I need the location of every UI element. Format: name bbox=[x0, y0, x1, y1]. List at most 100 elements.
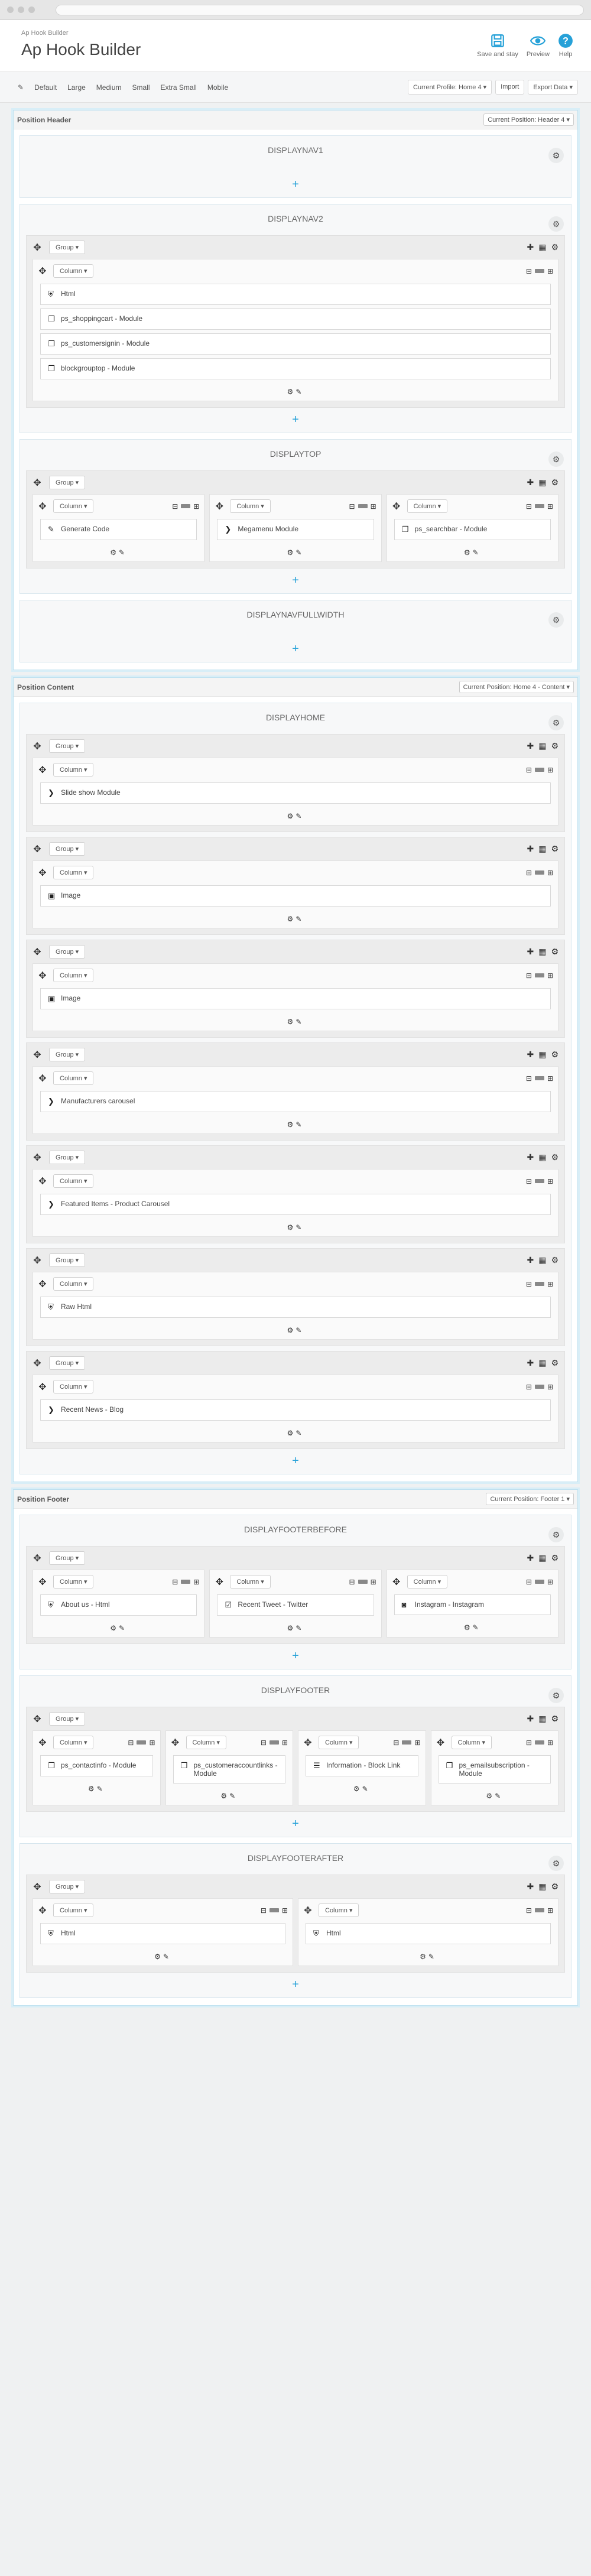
pencil-icon[interactable]: ✎ bbox=[119, 548, 127, 557]
grid-icon[interactable]: ▦ bbox=[538, 1882, 546, 1892]
current-position-select[interactable]: Current Position: Home 4 - Content ▾ bbox=[459, 681, 574, 693]
width-bar-icon[interactable] bbox=[534, 1740, 544, 1745]
move-icon[interactable]: ✥ bbox=[38, 1576, 47, 1588]
widget-item[interactable]: ❯ Slide show Module bbox=[40, 782, 551, 804]
device-large[interactable]: Large bbox=[63, 80, 90, 95]
column-dropdown[interactable]: Column ▾ bbox=[319, 1903, 359, 1917]
pencil-icon[interactable]: ✎ bbox=[97, 1785, 105, 1793]
move-icon[interactable]: ✥ bbox=[392, 1576, 401, 1588]
move-icon[interactable]: ✥ bbox=[38, 1905, 47, 1916]
gear-icon[interactable]: ⚙ bbox=[287, 1429, 296, 1437]
move-icon[interactable]: ✥ bbox=[38, 970, 47, 982]
move-icon[interactable]: ✥ bbox=[303, 1737, 313, 1749]
group-dropdown[interactable]: Group ▾ bbox=[49, 1253, 86, 1267]
width-bar-icon[interactable] bbox=[534, 870, 544, 875]
move-icon[interactable]: ✥ bbox=[38, 764, 47, 776]
move-icon[interactable]: ✥ bbox=[33, 843, 42, 855]
device-medium[interactable]: Medium bbox=[92, 80, 126, 95]
group-settings-icon[interactable]: ⚙ bbox=[551, 844, 558, 854]
grid-icon[interactable]: ▦ bbox=[538, 1050, 546, 1060]
gear-icon[interactable]: ⚙ bbox=[220, 1792, 229, 1800]
group-settings-icon[interactable]: ⚙ bbox=[551, 1152, 558, 1162]
width-bar-icon[interactable] bbox=[534, 768, 544, 772]
widget-item[interactable]: ❐ ps_shoppingcart - Module bbox=[40, 308, 551, 330]
gear-icon[interactable]: ⚙ bbox=[110, 1624, 119, 1632]
pencil-icon[interactable]: ✎ bbox=[296, 1018, 304, 1026]
minus-icon[interactable]: ⊟ bbox=[526, 1177, 532, 1185]
add-column-icon[interactable]: ✚ bbox=[527, 947, 534, 957]
add-column-icon[interactable]: ✚ bbox=[527, 477, 534, 488]
current-profile-dropdown[interactable]: Current Profile: Home 4 ▾ bbox=[408, 80, 492, 95]
width-bar-icon[interactable] bbox=[534, 1076, 544, 1080]
widget-item[interactable]: ⛨ Html bbox=[40, 1923, 285, 1944]
width-bar-icon[interactable] bbox=[534, 269, 544, 273]
gear-icon[interactable]: ⚙ bbox=[548, 1688, 564, 1703]
column-dropdown[interactable]: Column ▾ bbox=[53, 264, 94, 278]
group-dropdown[interactable]: Group ▾ bbox=[49, 945, 86, 959]
width-bar-icon[interactable] bbox=[534, 1580, 544, 1584]
gear-icon[interactable]: ⚙ bbox=[486, 1792, 495, 1800]
move-icon[interactable]: ✥ bbox=[33, 1152, 42, 1164]
gear-icon[interactable]: ⚙ bbox=[287, 1120, 296, 1129]
gear-icon[interactable]: ⚙ bbox=[548, 715, 564, 730]
pencil-icon[interactable]: ✎ bbox=[473, 1623, 481, 1632]
help-button[interactable]: ? Help bbox=[558, 33, 573, 58]
group-dropdown[interactable]: Group ▾ bbox=[49, 1551, 86, 1565]
export-data-dropdown[interactable]: Export Data ▾ bbox=[528, 80, 578, 95]
move-icon[interactable]: ✥ bbox=[33, 477, 42, 489]
column-dropdown[interactable]: Column ▾ bbox=[53, 1174, 94, 1188]
minus-icon[interactable]: ⊟ bbox=[261, 1906, 267, 1915]
move-icon[interactable]: ✥ bbox=[33, 740, 42, 752]
plus-icon[interactable]: ⊞ bbox=[193, 502, 199, 511]
group-settings-icon[interactable]: ⚙ bbox=[551, 1714, 558, 1724]
minus-icon[interactable]: ⊟ bbox=[526, 1280, 532, 1288]
minus-icon[interactable]: ⊟ bbox=[172, 1578, 178, 1586]
grid-icon[interactable]: ▦ bbox=[538, 477, 546, 488]
plus-icon[interactable]: ⊞ bbox=[371, 502, 376, 511]
width-bar-icon[interactable] bbox=[358, 1580, 368, 1584]
gear-icon[interactable]: ⚙ bbox=[287, 915, 296, 923]
pencil-icon[interactable]: ✎ bbox=[229, 1792, 238, 1800]
widget-item[interactable]: ☰ Information - Block Link bbox=[306, 1755, 418, 1776]
plus-icon[interactable]: ⊞ bbox=[547, 1739, 553, 1747]
group-dropdown[interactable]: Group ▾ bbox=[49, 1880, 86, 1893]
add-column-icon[interactable]: ✚ bbox=[527, 242, 534, 252]
add-column-icon[interactable]: ✚ bbox=[527, 1553, 534, 1563]
width-bar-icon[interactable] bbox=[269, 1908, 279, 1912]
column-dropdown[interactable]: Column ▾ bbox=[53, 763, 94, 777]
minus-icon[interactable]: ⊟ bbox=[526, 972, 532, 980]
add-column-icon[interactable]: ✚ bbox=[527, 1152, 534, 1162]
group-dropdown[interactable]: Group ▾ bbox=[49, 1151, 86, 1164]
pencil-icon[interactable]: ✎ bbox=[296, 1624, 304, 1632]
add-column-icon[interactable]: ✚ bbox=[527, 1050, 534, 1060]
add-group-icon[interactable]: + bbox=[26, 1449, 565, 1467]
minus-icon[interactable]: ⊟ bbox=[526, 1906, 532, 1915]
width-bar-icon[interactable] bbox=[534, 1385, 544, 1389]
column-dropdown[interactable]: Column ▾ bbox=[319, 1736, 359, 1749]
column-dropdown[interactable]: Column ▾ bbox=[53, 1736, 94, 1749]
gear-icon[interactable]: ⚙ bbox=[287, 1223, 296, 1232]
widget-item[interactable]: ⛨ Raw Html bbox=[40, 1297, 551, 1318]
gear-icon[interactable]: ⚙ bbox=[287, 548, 296, 557]
column-dropdown[interactable]: Column ▾ bbox=[407, 499, 448, 513]
minus-icon[interactable]: ⊟ bbox=[128, 1739, 134, 1747]
plus-icon[interactable]: ⊞ bbox=[547, 1280, 553, 1288]
widget-item[interactable]: ❯ Featured Items - Product Carousel bbox=[40, 1194, 551, 1215]
save-and-stay-button[interactable]: Save and stay bbox=[477, 33, 518, 58]
grid-icon[interactable]: ▦ bbox=[538, 741, 546, 751]
move-icon[interactable]: ✥ bbox=[33, 1049, 42, 1061]
plus-icon[interactable]: ⊞ bbox=[547, 1383, 553, 1391]
plus-icon[interactable]: ⊞ bbox=[282, 1739, 288, 1747]
pencil-icon[interactable]: ✎ bbox=[296, 1120, 304, 1129]
widget-item[interactable]: ⛨ Html bbox=[306, 1923, 551, 1944]
gear-icon[interactable]: ⚙ bbox=[287, 1018, 296, 1026]
group-settings-icon[interactable]: ⚙ bbox=[551, 477, 558, 488]
plus-icon[interactable]: ⊞ bbox=[547, 766, 553, 774]
gear-icon[interactable]: ⚙ bbox=[420, 1953, 428, 1961]
gear-icon[interactable]: ⚙ bbox=[110, 548, 119, 557]
width-bar-icon[interactable] bbox=[534, 504, 544, 508]
move-icon[interactable]: ✥ bbox=[38, 1175, 47, 1187]
gear-icon[interactable]: ⚙ bbox=[548, 1527, 564, 1542]
add-column-icon[interactable]: ✚ bbox=[527, 741, 534, 751]
width-bar-icon[interactable] bbox=[269, 1740, 279, 1745]
